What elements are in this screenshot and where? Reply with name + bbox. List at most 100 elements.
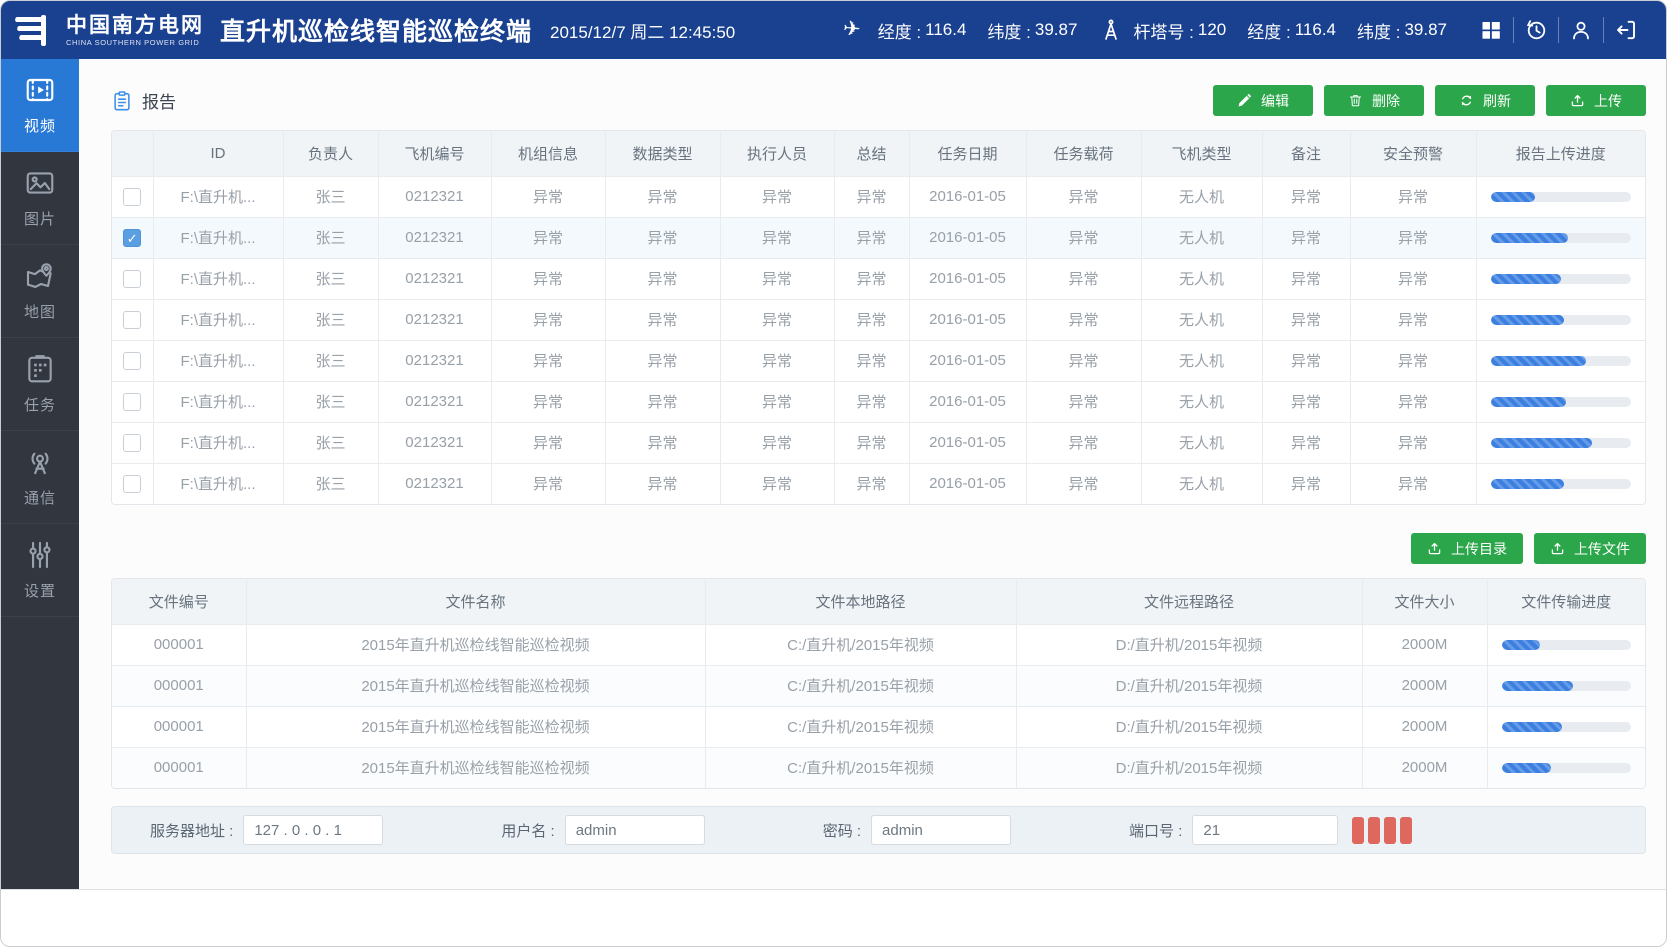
report-cell: 异常	[834, 422, 909, 463]
report-cell: 异常	[720, 340, 834, 381]
report-cell: 异常	[1026, 299, 1141, 340]
report-table-row[interactable]: F:\直升机...张三0212321异常异常异常异常2016-01-05异常无人…	[112, 176, 1645, 217]
server-address-input[interactable]	[243, 815, 383, 845]
report-cell: 异常	[834, 258, 909, 299]
row-checkbox[interactable]	[123, 475, 141, 493]
upload-directory-button[interactable]: 上传目录	[1411, 533, 1523, 564]
report-table-row[interactable]: F:\直升机...张三0212321异常异常异常异常2016-01-05异常无人…	[112, 258, 1645, 299]
history-icon[interactable]	[1523, 17, 1549, 43]
report-cell: 0212321	[378, 422, 491, 463]
report-cell: 异常	[491, 340, 605, 381]
sidebar-item-video[interactable]: 视频	[1, 59, 79, 152]
file-cell: D:/直升机/2015年视频	[1016, 706, 1362, 747]
delete-button[interactable]: 删除	[1324, 85, 1424, 116]
file-cell: 2000M	[1362, 706, 1487, 747]
file-table-row[interactable]: 0000012015年直升机巡检线智能巡检视频C:/直升机/2015年视频D:/…	[112, 624, 1645, 665]
file-table-row[interactable]: 0000012015年直升机巡检线智能巡检视频C:/直升机/2015年视频D:/…	[112, 747, 1645, 788]
report-cell: 异常	[491, 299, 605, 340]
tower-latitude-label: 纬度 :	[1357, 18, 1400, 43]
file-cell: 2000M	[1362, 747, 1487, 788]
row-checkbox[interactable]	[123, 434, 141, 452]
tower-latitude-value: 39.87	[1404, 20, 1447, 40]
report-cell: F:\直升机...	[153, 340, 283, 381]
signal-bar	[1384, 817, 1396, 844]
report-cell: 无人机	[1141, 463, 1262, 504]
refresh-button[interactable]: 刷新	[1435, 85, 1535, 116]
row-checkbox[interactable]	[123, 311, 141, 329]
file-cell: D:/直升机/2015年视频	[1016, 624, 1362, 665]
file-cell: 000001	[112, 706, 246, 747]
logo-name-cn: 中国南方电网	[66, 14, 204, 38]
task-icon	[24, 353, 56, 385]
report-table-row[interactable]: F:\直升机...张三0212321异常异常异常异常2016-01-05异常无人…	[112, 340, 1645, 381]
upload-progress-bar	[1491, 315, 1632, 325]
file-table-row[interactable]: 0000012015年直升机巡检线智能巡检视频C:/直升机/2015年视频D:/…	[112, 706, 1645, 747]
report-table-row[interactable]: F:\直升机...张三0212321异常异常异常异常2016-01-05异常无人…	[112, 381, 1645, 422]
report-cell: 2016-01-05	[909, 340, 1026, 381]
row-checkbox[interactable]	[123, 229, 141, 247]
upload-progress-bar	[1491, 192, 1632, 202]
ftp-settings-bar: 服务器地址 : 用户名 : 密码 : 端口号 :	[111, 806, 1646, 854]
report-cell: F:\直升机...	[153, 299, 283, 340]
report-cell: 异常	[1026, 463, 1141, 504]
button-label: 刷新	[1483, 91, 1511, 111]
report-progress-cell	[1476, 217, 1645, 258]
tower-icon	[1098, 17, 1124, 43]
sidebar-item-settings[interactable]: 设置	[1, 524, 79, 617]
report-cell: 0212321	[378, 340, 491, 381]
file-column-header: 文件大小	[1362, 579, 1487, 624]
file-progress-cell	[1487, 665, 1645, 706]
port-input[interactable]	[1192, 815, 1338, 845]
row-checkbox[interactable]	[123, 352, 141, 370]
report-column-header: ID	[153, 131, 283, 176]
report-table-row[interactable]: F:\直升机...张三0212321异常异常异常异常2016-01-05异常无人…	[112, 299, 1645, 340]
report-cell: 异常	[720, 381, 834, 422]
report-column-header: 飞机编号	[378, 131, 491, 176]
file-cell: C:/直升机/2015年视频	[705, 665, 1016, 706]
report-table-row[interactable]: F:\直升机...张三0212321异常异常异常异常2016-01-05异常无人…	[112, 463, 1645, 504]
image-icon	[24, 167, 56, 199]
flight-latitude-value: 39.87	[1035, 20, 1078, 40]
upload-progress-bar	[1491, 356, 1632, 366]
sidebar-item-label: 地图	[24, 301, 56, 322]
windows-icon[interactable]	[1478, 17, 1504, 43]
row-checkbox[interactable]	[123, 188, 141, 206]
report-cell: 异常	[1262, 258, 1350, 299]
report-cell: 异常	[1350, 381, 1476, 422]
report-cell: 2016-01-05	[909, 176, 1026, 217]
report-table-row[interactable]: F:\直升机...张三0212321异常异常异常异常2016-01-05异常无人…	[112, 217, 1645, 258]
connection-signal-indicator	[1352, 817, 1412, 844]
username-input[interactable]	[565, 815, 705, 845]
upload-progress-bar	[1491, 479, 1632, 489]
report-cell: 异常	[720, 422, 834, 463]
report-column-header: 备注	[1262, 131, 1350, 176]
sidebar-item-comm[interactable]: 通信	[1, 431, 79, 524]
report-cell: F:\直升机...	[153, 176, 283, 217]
report-cell: F:\直升机...	[153, 258, 283, 299]
signal-bar	[1352, 817, 1364, 844]
sidebar-item-map[interactable]: 地图	[1, 245, 79, 338]
report-cell: 异常	[1026, 422, 1141, 463]
edit-button[interactable]: 编辑	[1213, 85, 1313, 116]
row-checkbox[interactable]	[123, 393, 141, 411]
report-cell: 2016-01-05	[909, 463, 1026, 504]
file-table-row[interactable]: 0000012015年直升机巡检线智能巡检视频C:/直升机/2015年视频D:/…	[112, 665, 1645, 706]
sidebar-item-image[interactable]: 图片	[1, 152, 79, 245]
file-progress-cell	[1487, 706, 1645, 747]
report-column-header	[112, 131, 153, 176]
report-cell: 异常	[1262, 340, 1350, 381]
report-table-row[interactable]: F:\直升机...张三0212321异常异常异常异常2016-01-05异常无人…	[112, 422, 1645, 463]
logout-icon[interactable]	[1613, 17, 1639, 43]
signal-bar	[1368, 817, 1380, 844]
sidebar-item-task[interactable]: 任务	[1, 338, 79, 431]
user-icon[interactable]	[1568, 17, 1594, 43]
password-input[interactable]	[871, 815, 1011, 845]
upload-button[interactable]: 上传	[1546, 85, 1646, 116]
row-checkbox[interactable]	[123, 270, 141, 288]
upload-file-button[interactable]: 上传文件	[1534, 533, 1646, 564]
comm-icon	[24, 446, 56, 478]
upload-progress-bar	[1491, 274, 1632, 284]
report-cell: 异常	[834, 340, 909, 381]
upload-progress-bar	[1491, 233, 1632, 243]
report-table: ID负责人飞机编号机组信息数据类型执行人员总结任务日期任务载荷飞机类型备注安全预…	[112, 131, 1645, 504]
